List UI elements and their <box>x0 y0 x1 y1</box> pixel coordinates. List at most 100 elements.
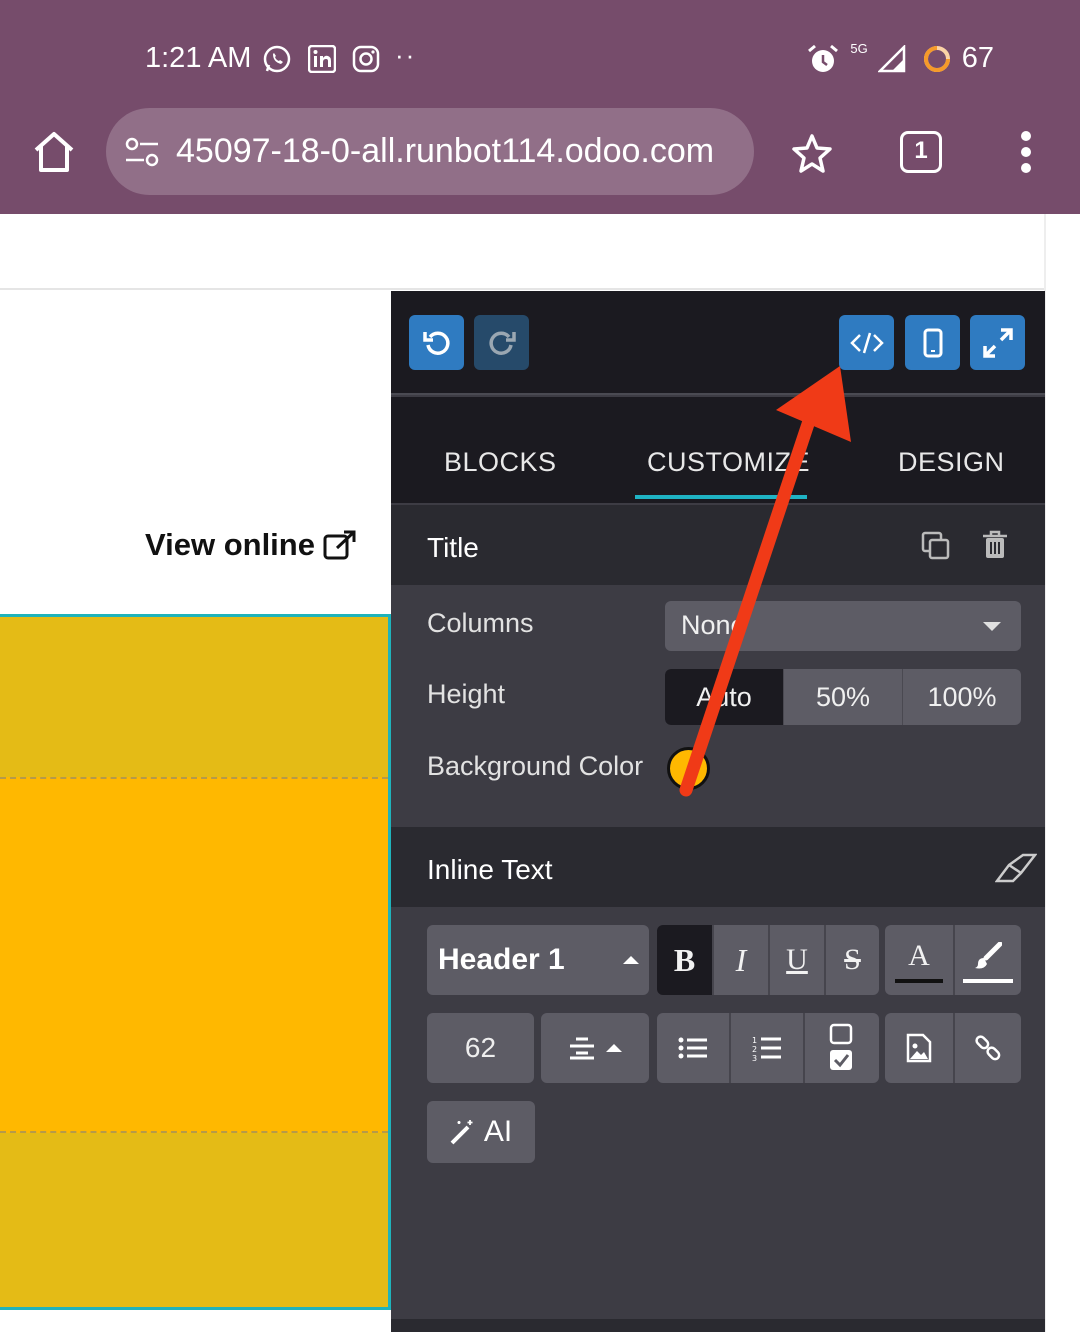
checklist-button[interactable] <box>803 1013 879 1083</box>
columns-select[interactable]: None <box>665 601 1021 651</box>
linkedin-icon <box>308 45 336 73</box>
font-color-button[interactable]: A <box>885 925 953 995</box>
eraser-icon[interactable] <box>995 853 1037 883</box>
editor-tabs: BLOCKS CUSTOMIZE DESIGN <box>391 397 1045 503</box>
redo-icon <box>488 331 516 355</box>
whatsapp-icon <box>263 45 291 73</box>
bookmark-star-icon[interactable] <box>790 132 834 176</box>
url-bar[interactable]: 45097-18-0-all.runbot114.odoo.com <box>106 108 754 195</box>
editor-sidebar: BLOCKS CUSTOMIZE DESIGN Title Columns No… <box>391 291 1045 1332</box>
svg-text:2: 2 <box>752 1045 757 1054</box>
page-header-area <box>0 214 1045 290</box>
editor-bottom-bar <box>391 1319 1045 1332</box>
ai-button[interactable]: AI <box>427 1101 535 1163</box>
code-icon <box>849 332 884 353</box>
insert-image-button[interactable] <box>885 1013 953 1083</box>
font-color-swatch <box>895 979 943 983</box>
insert-link-button[interactable] <box>953 1013 1021 1083</box>
svg-text:1: 1 <box>752 1036 757 1045</box>
image-icon <box>906 1033 932 1063</box>
text-color-group: A <box>885 925 1021 995</box>
external-link-icon <box>323 530 356 560</box>
chevron-up-icon <box>606 1044 622 1052</box>
status-right: 5G 67 <box>806 41 994 75</box>
font-size-button[interactable]: 62 <box>427 1013 534 1083</box>
underline-icon: U <box>786 943 808 976</box>
height-label: Height <box>427 679 506 709</box>
url-text: 45097-18-0-all.runbot114.odoo.com <box>176 132 715 170</box>
italic-button[interactable]: I <box>712 925 768 995</box>
home-icon[interactable] <box>30 128 78 176</box>
active-tab-indicator <box>635 495 807 499</box>
align-button[interactable] <box>541 1013 649 1083</box>
signal-icon <box>877 44 905 72</box>
chevron-up-icon <box>623 956 639 964</box>
bullet-list-icon <box>678 1037 707 1059</box>
page-scroll-gutter <box>1044 214 1080 1332</box>
height-options: Auto 50% 100% <box>665 669 1021 725</box>
title-block-content[interactable] <box>0 777 388 1133</box>
height-option-50[interactable]: 50% <box>783 669 902 725</box>
strikethrough-icon: S <box>844 943 861 976</box>
tab-blocks[interactable]: BLOCKS <box>444 447 557 478</box>
font-color-icon: A <box>908 939 930 972</box>
height-option-100[interactable]: 100% <box>902 669 1021 725</box>
fullscreen-button[interactable] <box>970 315 1025 370</box>
columns-value: None <box>681 610 746 640</box>
mobile-preview-button[interactable] <box>905 315 960 370</box>
editor-toolbar <box>391 291 1045 395</box>
bold-button[interactable]: B <box>657 925 712 995</box>
bullet-list-button[interactable] <box>657 1013 729 1083</box>
bold-icon: B <box>673 941 696 978</box>
view-online-link[interactable]: View online <box>145 527 357 563</box>
view-online-label: View online <box>145 527 315 562</box>
numbered-list-icon: 123 <box>752 1036 781 1062</box>
tab-switcher-button[interactable]: 1 <box>900 131 942 173</box>
text-format-group: B I U S <box>657 925 879 995</box>
instagram-icon <box>352 45 380 73</box>
redo-button[interactable] <box>474 315 529 370</box>
undo-button[interactable] <box>409 315 464 370</box>
columns-label: Columns <box>427 608 534 638</box>
background-color-picker[interactable] <box>667 747 710 790</box>
tab-customize[interactable]: CUSTOMIZE <box>647 447 810 478</box>
text-style-value: Header 1 <box>438 943 565 976</box>
brush-icon <box>975 942 1002 969</box>
battery-ring-icon <box>923 45 950 72</box>
height-option-auto[interactable]: Auto <box>665 669 783 725</box>
align-center-icon <box>570 1037 594 1060</box>
mobile-icon <box>923 328 942 357</box>
svg-text:3: 3 <box>752 1054 757 1062</box>
site-settings-icon[interactable] <box>124 134 160 170</box>
status-time: 1:21 AM <box>145 42 252 74</box>
browser-chrome: 1:21 AM ·· 5G 67 45097-18-0-all.runbot11… <box>0 0 1080 214</box>
title-section-header: Title <box>391 505 1045 585</box>
notification-icons <box>262 44 380 74</box>
ai-label: AI <box>483 1115 513 1148</box>
title-section-label: Title <box>427 532 479 563</box>
chevron-down-icon <box>983 622 1001 631</box>
inline-text-label: Inline Text <box>427 854 553 885</box>
magic-wand-icon <box>450 1120 473 1145</box>
link-icon <box>975 1035 1001 1061</box>
more-notifications-icon: ·· <box>395 40 417 70</box>
inline-text-section-header: Inline Text <box>391 827 1045 907</box>
duplicate-icon[interactable] <box>921 531 951 561</box>
highlight-color-button[interactable] <box>953 925 1021 995</box>
expand-icon <box>982 327 1013 358</box>
numbered-list-button[interactable]: 123 <box>729 1013 803 1083</box>
title-block-selected[interactable] <box>0 614 391 1310</box>
italic-icon: I <box>735 941 747 978</box>
code-view-button[interactable] <box>839 315 894 370</box>
browser-menu-icon[interactable] <box>1012 130 1040 178</box>
text-style-select[interactable]: Header 1 <box>427 925 649 995</box>
alarm-icon <box>808 44 839 72</box>
strikethrough-button[interactable]: S <box>824 925 879 995</box>
delete-icon[interactable] <box>982 530 1008 560</box>
network-type: 5G <box>850 41 868 56</box>
font-size-value: 62 <box>464 1032 497 1063</box>
tab-design[interactable]: DESIGN <box>898 447 1005 478</box>
underline-button[interactable]: U <box>768 925 824 995</box>
media-group <box>885 1013 1021 1083</box>
list-group: 123 <box>657 1013 879 1083</box>
